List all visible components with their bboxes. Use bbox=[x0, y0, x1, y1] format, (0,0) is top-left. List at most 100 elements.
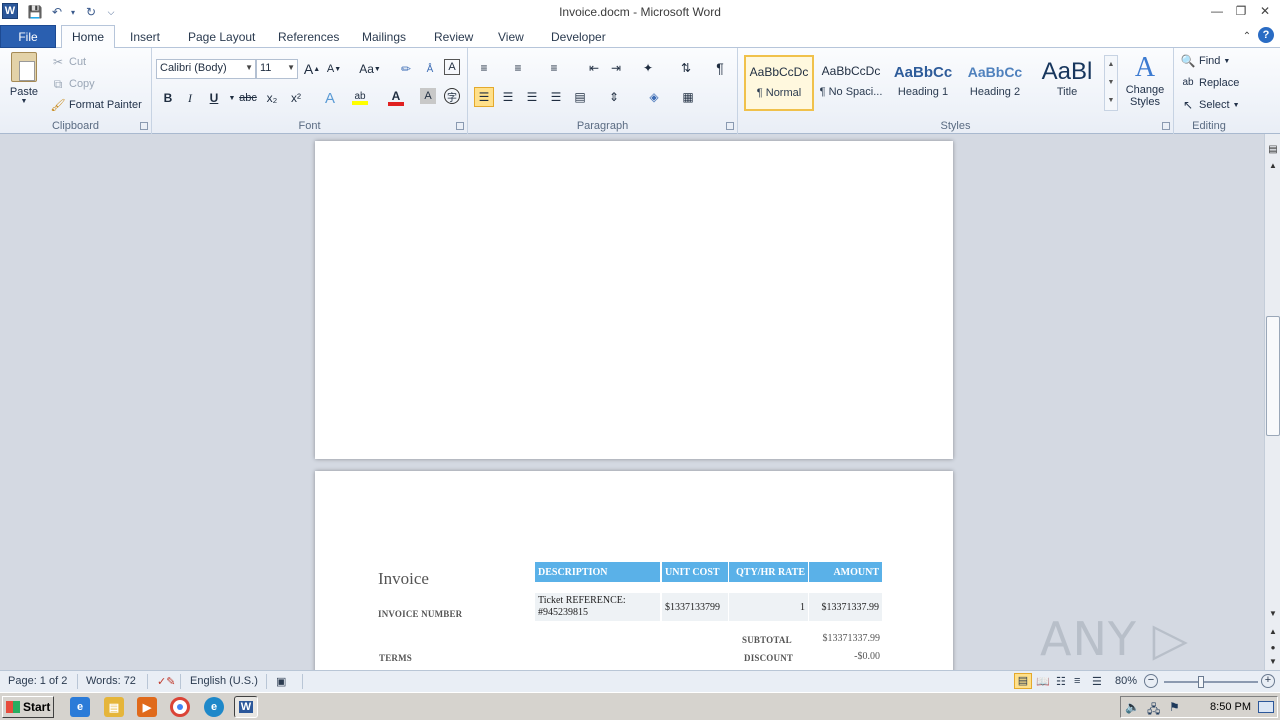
print-layout-icon[interactable]: ▤ bbox=[1014, 673, 1032, 689]
proofing-icon[interactable]: ✓✎ bbox=[157, 675, 175, 688]
format-painter-button[interactable]: 🖌 Format Painter bbox=[50, 97, 141, 113]
restore-icon[interactable]: ❐ bbox=[1232, 2, 1250, 20]
tab-developer[interactable]: Developer bbox=[541, 25, 616, 48]
scroll-up-icon[interactable]: ▲ bbox=[1266, 158, 1280, 172]
word-count[interactable]: Words: 72 bbox=[86, 675, 136, 687]
multilevel-list-icon[interactable]: ≡ bbox=[544, 58, 564, 78]
clear-formatting-icon[interactable]: ✏ bbox=[396, 59, 416, 79]
help-icon[interactable]: ? bbox=[1258, 27, 1274, 43]
font-name-combo[interactable]: Calibri (Body) ▼ bbox=[156, 59, 256, 79]
borders-icon[interactable]: ▦ bbox=[678, 87, 698, 107]
tab-view[interactable]: View bbox=[488, 25, 534, 48]
language-indicator[interactable]: English (U.S.) bbox=[190, 675, 258, 687]
outline-icon[interactable]: ≡ bbox=[1074, 675, 1080, 687]
file-explorer-icon[interactable]: ▤ bbox=[104, 697, 124, 717]
tab-mailings[interactable]: Mailings bbox=[352, 25, 416, 48]
align-left-icon[interactable]: ☰ bbox=[474, 87, 494, 107]
clock[interactable]: 8:50 PM bbox=[1210, 701, 1251, 713]
media-player-icon[interactable]: ▶ bbox=[137, 697, 157, 717]
asian-layout-icon[interactable]: ✦ bbox=[638, 58, 658, 78]
edge-icon[interactable]: e bbox=[204, 697, 224, 717]
tab-references[interactable]: References bbox=[268, 25, 349, 48]
scroll-thumb[interactable] bbox=[1266, 316, 1280, 436]
network-icon[interactable]: 🖧 bbox=[1147, 700, 1160, 720]
styles-launcher-icon[interactable] bbox=[1162, 122, 1170, 130]
document-page-1[interactable] bbox=[315, 141, 953, 459]
show-formatting-button[interactable]: ¶ bbox=[710, 58, 730, 78]
web-layout-icon[interactable]: ☷ bbox=[1056, 675, 1066, 688]
show-desktop-icon[interactable] bbox=[1258, 701, 1274, 713]
styles-gallery-scroll[interactable]: ▲ ▼ ▼ bbox=[1104, 55, 1118, 111]
style-no-spacing[interactable]: AaBbCcDc ¶ No Spaci... bbox=[816, 55, 886, 111]
sort-icon[interactable]: ⇅ bbox=[676, 58, 696, 78]
vertical-scrollbar[interactable]: ▤ ▲ ▼ ▲ ● ▼ bbox=[1264, 134, 1280, 670]
change-case-button[interactable]: Aa ▼ bbox=[356, 59, 384, 79]
zoom-level[interactable]: 80% bbox=[1115, 675, 1137, 687]
full-screen-reading-icon[interactable]: 📖 bbox=[1036, 675, 1050, 688]
internet-explorer-icon[interactable]: e bbox=[70, 697, 90, 717]
bold-button[interactable]: B bbox=[158, 88, 178, 108]
minimize-ribbon-icon[interactable]: ⌃ bbox=[1238, 27, 1256, 45]
clipboard-launcher-icon[interactable] bbox=[140, 122, 148, 130]
tab-home[interactable]: Home bbox=[61, 25, 116, 48]
minimize-icon[interactable]: — bbox=[1208, 2, 1226, 20]
ruler-toggle-icon[interactable]: ▤ bbox=[1266, 142, 1280, 156]
style-heading-1[interactable]: AaBbCc Heading 1 bbox=[888, 55, 958, 111]
zoom-slider[interactable] bbox=[1164, 676, 1258, 688]
copy-button[interactable]: ⧉ Copy bbox=[50, 76, 95, 92]
tab-insert[interactable]: Insert bbox=[120, 25, 170, 48]
italic-button[interactable]: I bbox=[180, 88, 200, 108]
line-spacing-icon[interactable]: ⇕ bbox=[604, 87, 624, 107]
document-area[interactable]: Invoice INVOICE NUMBER TERMS DESCRIPTION… bbox=[0, 134, 1264, 670]
subscript-button[interactable]: x₂ bbox=[262, 88, 282, 108]
find-button[interactable]: 🔍 Find ▼ bbox=[1180, 53, 1231, 69]
zoom-slider-thumb[interactable] bbox=[1198, 676, 1204, 688]
phonetic-guide-icon[interactable]: Å bbox=[420, 59, 440, 79]
text-effects-icon[interactable]: A bbox=[320, 88, 340, 108]
character-shading-icon[interactable]: A bbox=[420, 88, 436, 104]
style-title[interactable]: AaBl Title bbox=[1032, 55, 1102, 111]
increase-indent-icon[interactable]: ⇥ bbox=[606, 58, 626, 78]
superscript-button[interactable]: x² bbox=[286, 88, 306, 108]
font-size-combo[interactable]: 11 ▼ bbox=[256, 59, 298, 79]
shrink-font-button[interactable]: A ▼ bbox=[324, 59, 344, 79]
align-center-icon[interactable]: ☰ bbox=[498, 87, 518, 107]
document-page-2[interactable]: Invoice INVOICE NUMBER TERMS DESCRIPTION… bbox=[315, 471, 953, 670]
justify-icon[interactable]: ☰ bbox=[546, 87, 566, 107]
character-border-icon[interactable]: A bbox=[444, 59, 460, 75]
highlight-icon[interactable]: ab bbox=[350, 88, 370, 108]
strikethrough-button[interactable]: abc bbox=[238, 88, 258, 108]
chrome-icon[interactable] bbox=[170, 697, 190, 717]
word-taskbar-icon[interactable]: W bbox=[234, 696, 258, 718]
tab-page-layout[interactable]: Page Layout bbox=[178, 25, 265, 48]
font-color-icon[interactable]: A bbox=[386, 88, 406, 108]
close-icon[interactable]: ✕ bbox=[1256, 2, 1274, 20]
cut-button[interactable]: ✂ Cut bbox=[50, 54, 86, 70]
enclose-characters-icon[interactable]: 字 bbox=[444, 88, 460, 104]
start-button[interactable]: Start bbox=[2, 696, 54, 718]
decrease-indent-icon[interactable]: ⇤ bbox=[584, 58, 604, 78]
style-heading-2[interactable]: AaBbCc Heading 2 bbox=[960, 55, 1030, 111]
underline-button[interactable]: U bbox=[204, 88, 224, 108]
tab-file[interactable]: File bbox=[0, 25, 56, 48]
action-center-flag-icon[interactable]: ⚑ bbox=[1169, 700, 1180, 714]
paragraph-launcher-icon[interactable] bbox=[726, 122, 734, 130]
change-styles-button[interactable]: A Change Styles bbox=[1122, 52, 1168, 108]
draft-icon[interactable]: ☰ bbox=[1092, 675, 1102, 688]
numbering-icon[interactable]: ≡ bbox=[508, 58, 528, 78]
replace-button[interactable]: ab Replace bbox=[1180, 75, 1239, 91]
volume-icon[interactable]: 🔈 bbox=[1125, 700, 1140, 714]
align-right-icon[interactable]: ☰ bbox=[522, 87, 542, 107]
page-indicator[interactable]: Page: 1 of 2 bbox=[8, 675, 67, 687]
zoom-in-icon[interactable]: + bbox=[1261, 674, 1275, 688]
zoom-out-icon[interactable]: − bbox=[1144, 674, 1158, 688]
font-launcher-icon[interactable] bbox=[456, 122, 464, 130]
tab-review[interactable]: Review bbox=[424, 25, 483, 48]
style-normal[interactable]: AaBbCcDc ¶ Normal bbox=[744, 55, 814, 111]
grow-font-button[interactable]: A ▲ bbox=[302, 59, 322, 79]
bullets-icon[interactable]: ≡ bbox=[474, 58, 494, 78]
select-button[interactable]: ↖ Select ▼ bbox=[1180, 97, 1240, 113]
shading-icon[interactable]: ◈ bbox=[644, 87, 664, 107]
macro-recording-icon[interactable]: ▣ bbox=[276, 675, 286, 688]
paste-button[interactable]: Paste ▼ bbox=[6, 52, 42, 105]
